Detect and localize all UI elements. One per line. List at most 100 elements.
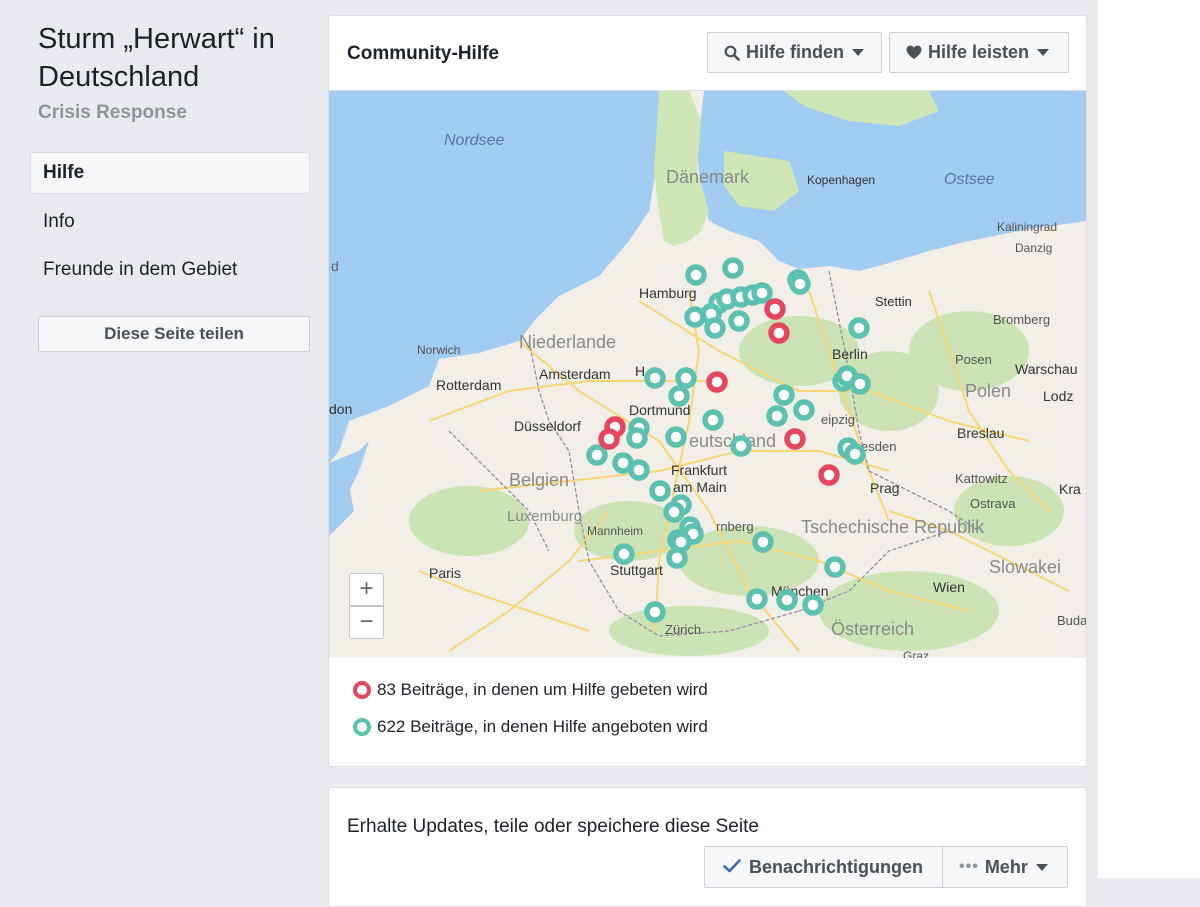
map-label-norwich: Norwich [417, 343, 460, 357]
help-offer-marker[interactable] [702, 409, 724, 431]
help-offer-marker[interactable] [644, 601, 666, 623]
map-label-tschechien: Tschechische Republik [801, 517, 985, 537]
map-label-niederlande: Niederlande [519, 332, 616, 352]
help-offer-marker[interactable] [844, 443, 866, 465]
map-label-slowakei: Slowakei [989, 557, 1061, 577]
help-offer-marker[interactable] [751, 282, 773, 304]
map-label-d: d [331, 258, 339, 274]
map-label-nuernberg: rnberg [716, 519, 754, 534]
help-request-marker[interactable] [598, 428, 620, 450]
page-subtitle: Crisis Response [38, 102, 187, 123]
map-label-nordsee: Nordsee [444, 132, 505, 149]
help-offer-marker[interactable] [773, 384, 795, 406]
map-label-paris: Paris [429, 565, 461, 581]
chevron-down-icon [1035, 863, 1048, 871]
checkmark-icon [723, 857, 741, 878]
help-offer-marker[interactable] [665, 426, 687, 448]
help-offer-marker[interactable] [776, 589, 798, 611]
help-offer-marker[interactable] [668, 385, 690, 407]
map-label-prag: Prag [870, 480, 900, 496]
updates-text: Erhalte Updates, teile oder speichere di… [347, 816, 759, 837]
green-marker-icon [353, 718, 371, 736]
share-page-button[interactable]: Diese Seite teilen [38, 316, 310, 352]
map-label-stettin: Stettin [875, 294, 912, 309]
map-label-belgien: Belgien [509, 470, 569, 490]
more-button[interactable]: ••• Mehr [942, 846, 1068, 888]
nav-item-freunde[interactable]: Freunde in dem Gebiet [30, 249, 310, 291]
map-label-bromberg: Bromberg [993, 312, 1050, 327]
map-label-kopenhagen: Kopenhagen [807, 173, 875, 187]
help-offer-marker[interactable] [586, 444, 608, 466]
map-label-budapest: Budape [1057, 613, 1086, 628]
crisis-map[interactable]: Nordsee Ostsee Dänemark Kopenhagen Kalin… [329, 90, 1086, 658]
help-offer-marker[interactable] [793, 399, 815, 421]
map-label-oesterreich: Österreich [831, 619, 914, 639]
map-canvas: Nordsee Ostsee Dänemark Kopenhagen Kalin… [329, 91, 1086, 658]
find-help-button[interactable]: Hilfe finden [707, 32, 882, 73]
map-label-duesseldorf: Düsseldorf [514, 418, 581, 434]
help-offer-marker[interactable] [666, 547, 688, 569]
help-offer-marker[interactable] [848, 317, 870, 339]
search-icon [724, 45, 740, 61]
help-offer-marker[interactable] [746, 588, 768, 610]
heart-icon [906, 45, 922, 60]
help-offer-marker[interactable] [722, 257, 744, 279]
help-request-marker[interactable] [784, 428, 806, 450]
help-offer-marker[interactable] [628, 459, 650, 481]
map-label-luxemburg: Luxemburg [507, 508, 582, 525]
help-offer-marker[interactable] [802, 594, 824, 616]
help-offer-marker[interactable] [766, 405, 788, 427]
map-label-krakau: Kra [1059, 481, 1081, 497]
help-offer-marker[interactable] [849, 373, 871, 395]
map-label-am-main: am Main [673, 479, 727, 495]
give-help-label: Hilfe leisten [928, 42, 1030, 62]
more-dots-icon: ••• [959, 858, 979, 875]
give-help-button[interactable]: Hilfe leisten [889, 32, 1069, 73]
map-label-hamburg: Hamburg [639, 285, 697, 301]
help-offer-marker[interactable] [789, 273, 811, 295]
help-request-marker[interactable] [764, 298, 786, 320]
help-offer-marker[interactable] [663, 501, 685, 523]
help-offer-marker[interactable] [644, 367, 666, 389]
zoom-out-button[interactable]: − [349, 606, 384, 639]
map-label-warschau: Warschau [1015, 361, 1078, 377]
help-offer-marker[interactable] [613, 543, 635, 565]
help-offer-marker[interactable] [752, 531, 774, 553]
map-label-ostsee: Ostsee [944, 171, 995, 188]
help-offer-marker[interactable] [675, 367, 697, 389]
help-request-marker[interactable] [768, 322, 790, 344]
map-label-danzig: Danzig [1015, 241, 1052, 255]
map-label-hannover: H [635, 363, 645, 379]
legend-offer-text: 622 Beiträge, in denen Hilfe angeboten w… [377, 717, 708, 736]
blank-area [1098, 0, 1200, 878]
zoom-in-button[interactable]: + [349, 573, 384, 606]
help-offer-marker[interactable] [626, 427, 648, 449]
chevron-down-icon [1037, 49, 1050, 56]
map-label-amsterdam: Amsterdam [539, 366, 611, 382]
help-request-marker[interactable] [706, 371, 728, 393]
notifications-button[interactable]: Benachrichtigungen [704, 846, 943, 888]
help-request-marker[interactable] [818, 464, 840, 486]
map-label-kattowitz: Kattowitz [955, 471, 1008, 486]
notifications-label: Benachrichtigungen [749, 856, 924, 877]
map-label-zuerich: Zürich [665, 622, 701, 637]
help-offer-marker[interactable] [685, 264, 707, 286]
map-label-berlin: Berlin [832, 346, 868, 362]
updates-card: Erhalte Updates, teile oder speichere di… [328, 787, 1087, 907]
map-label-ostrava: Ostrava [970, 496, 1016, 511]
map-label-mannheim: Mannheim [587, 524, 643, 538]
map-label-stuttgart: Stuttgart [610, 562, 663, 578]
map-label-dresden: esden [861, 439, 896, 454]
legend-offer-help: 622 Beiträge, in denen Hilfe angeboten w… [353, 717, 708, 737]
help-offer-marker[interactable] [824, 556, 846, 578]
map-label-london: don [329, 401, 352, 417]
find-help-label: Hilfe finden [746, 42, 844, 62]
help-offer-marker[interactable] [730, 435, 752, 457]
nav-item-info[interactable]: Info [30, 201, 310, 243]
help-offer-marker[interactable] [649, 480, 671, 502]
help-offer-marker[interactable] [728, 310, 750, 332]
community-help-card: Community-Hilfe Hilfe finden Hilfe leist… [328, 15, 1087, 767]
nav-item-hilfe[interactable]: Hilfe [30, 152, 310, 194]
help-offer-marker[interactable] [704, 317, 726, 339]
card-title: Community-Hilfe [347, 43, 499, 64]
